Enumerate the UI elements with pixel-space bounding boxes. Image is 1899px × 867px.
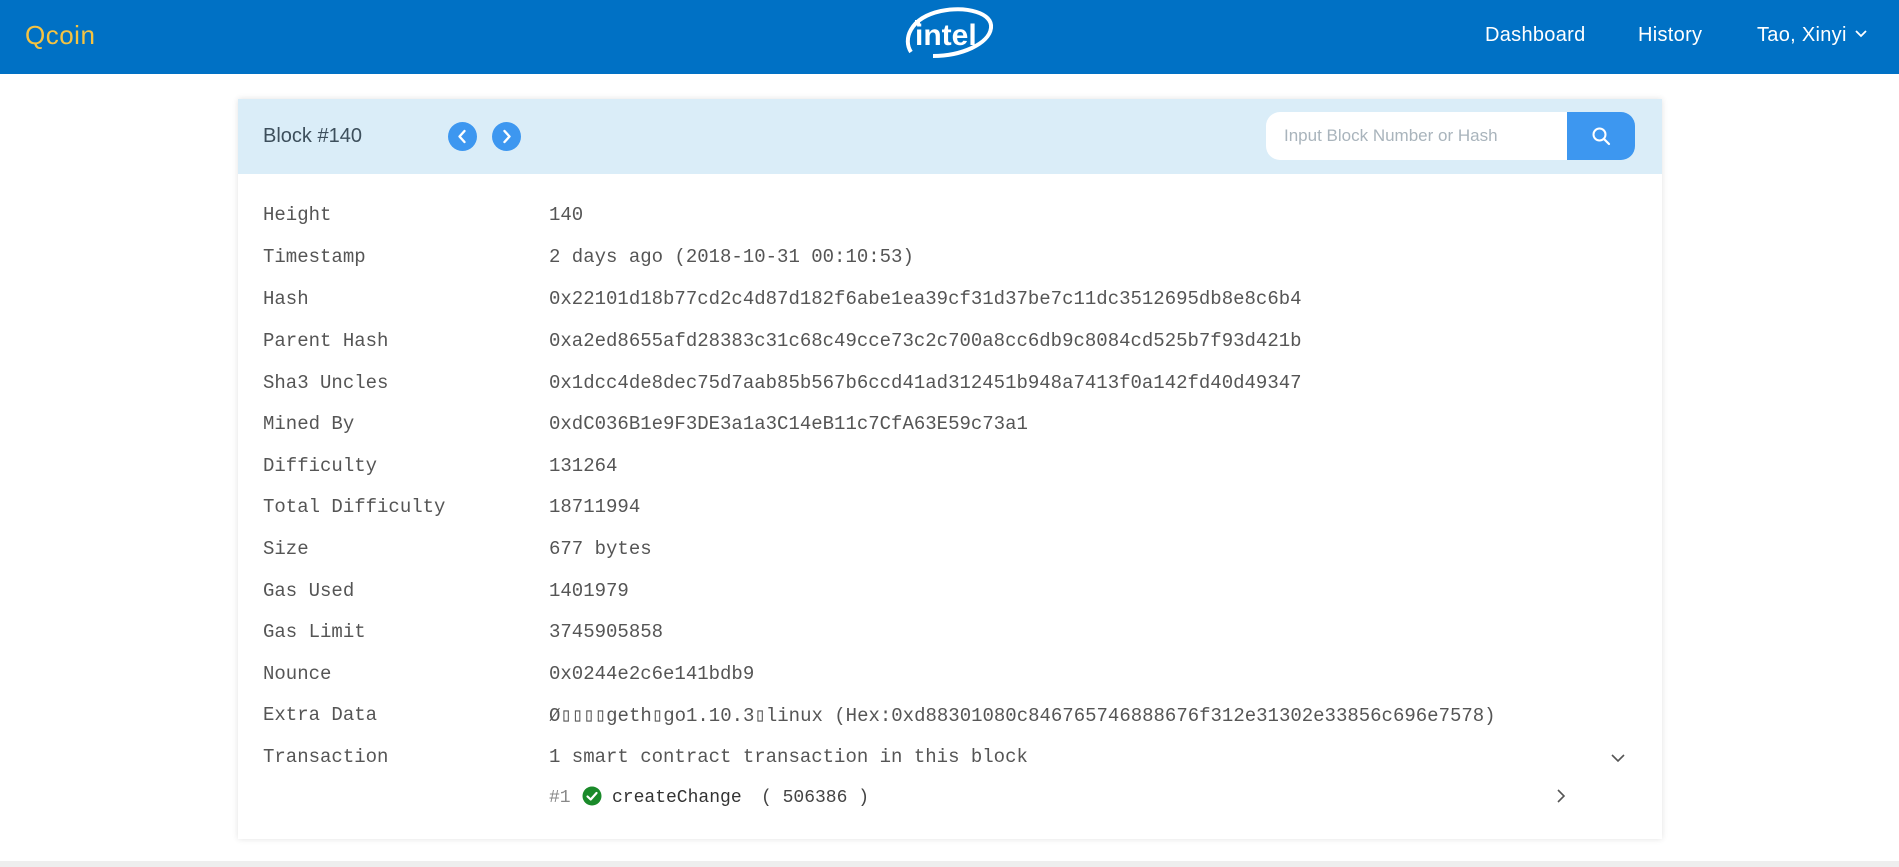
detail-value: 0x22101d18b77cd2c4d87d182f6abe1ea39cf31d… bbox=[549, 288, 1302, 310]
detail-label: Sha3 Uncles bbox=[263, 372, 389, 394]
block-card: Block #140 Height 140 Timestamp 2 days bbox=[238, 99, 1662, 839]
chevron-down-icon[interactable] bbox=[1853, 26, 1869, 42]
detail-label: Transaction bbox=[263, 746, 389, 768]
detail-row-extra-data: Extra Data Ø▯▯▯▯geth▯go1.10.3▯linux (Hex… bbox=[238, 694, 1662, 736]
intel-logo-icon[interactable]: intel bbox=[901, 4, 997, 68]
chevron-left-icon bbox=[458, 129, 466, 144]
detail-label: Gas Limit bbox=[263, 621, 366, 643]
detail-row-transaction: Transaction 1 smart contract transaction… bbox=[238, 736, 1662, 778]
user-menu[interactable]: Tao, Xinyi bbox=[1757, 24, 1847, 47]
detail-label: Timestamp bbox=[263, 246, 366, 268]
block-search-input[interactable] bbox=[1266, 112, 1568, 160]
detail-value: 0x1dcc4de8dec75d7aab85b567b6ccd41ad31245… bbox=[549, 372, 1302, 394]
detail-label: Mined By bbox=[263, 413, 355, 435]
block-title: Block #140 bbox=[263, 125, 362, 147]
previous-block-button[interactable] bbox=[448, 122, 477, 151]
detail-value: 2 days ago (2018-10-31 00:10:53) bbox=[549, 246, 914, 268]
transaction-item[interactable]: #1 createChange ( 506386 ) bbox=[549, 785, 1599, 813]
detail-row-parent-hash: Parent Hash 0xa2ed8655afd28383c31c68c49c… bbox=[238, 320, 1662, 362]
detail-label: Hash bbox=[263, 288, 309, 310]
transaction-index: #1 bbox=[549, 788, 571, 808]
detail-value: Ø▯▯▯▯geth▯go1.10.3▯linux (Hex:0xd8830108… bbox=[549, 705, 1496, 727]
transaction-method: createChange bbox=[612, 788, 742, 808]
page-footer-strip bbox=[0, 861, 1899, 867]
detail-row-gas-limit: Gas Limit 3745905858 bbox=[238, 611, 1662, 653]
chevron-right-icon bbox=[503, 129, 511, 144]
chevron-down-icon[interactable] bbox=[1608, 748, 1628, 768]
detail-label: Gas Used bbox=[263, 580, 355, 602]
detail-row-hash: Hash 0x22101d18b77cd2c4d87d182f6abe1ea39… bbox=[238, 278, 1662, 320]
detail-row-nounce: Nounce 0x0244e2c6e141bdb9 bbox=[238, 653, 1662, 695]
detail-value: 131264 bbox=[549, 455, 618, 477]
detail-value: 1401979 bbox=[549, 580, 629, 602]
chevron-right-icon[interactable] bbox=[1552, 787, 1570, 805]
detail-label: Difficulty bbox=[263, 455, 378, 477]
detail-row-total-difficulty: Total Difficulty 18711994 bbox=[238, 486, 1662, 528]
detail-row-difficulty: Difficulty 131264 bbox=[238, 445, 1662, 487]
detail-row-size: Size 677 bytes bbox=[238, 528, 1662, 570]
detail-value: 140 bbox=[549, 204, 584, 226]
top-navbar: Qcoin intel Dashboard History Tao, Xinyi bbox=[0, 0, 1899, 74]
detail-value: 0xa2ed8655afd28383c31c68c49cce73c2c700a8… bbox=[549, 330, 1302, 352]
search-button[interactable] bbox=[1567, 112, 1635, 160]
nav-history[interactable]: History bbox=[1638, 24, 1702, 47]
search-icon bbox=[1592, 127, 1611, 146]
detail-row-height: Height 140 bbox=[238, 194, 1662, 236]
detail-value: 0x0244e2c6e141bdb9 bbox=[549, 663, 755, 685]
svg-text:intel: intel bbox=[915, 19, 977, 52]
success-check-icon bbox=[582, 786, 602, 806]
detail-label: Height bbox=[263, 204, 332, 226]
transaction-args: ( 506386 ) bbox=[761, 788, 870, 808]
detail-value: 18711994 bbox=[549, 496, 641, 518]
detail-label: Extra Data bbox=[263, 704, 378, 726]
detail-row-timestamp: Timestamp 2 days ago (2018-10-31 00:10:5… bbox=[238, 236, 1662, 278]
detail-value: 3745905858 bbox=[549, 621, 664, 643]
block-card-header: Block #140 bbox=[238, 99, 1662, 174]
detail-row-sha3-uncles: Sha3 Uncles 0x1dcc4de8dec75d7aab85b567b6… bbox=[238, 362, 1662, 404]
detail-label: Size bbox=[263, 538, 309, 560]
detail-label: Parent Hash bbox=[263, 330, 389, 352]
next-block-button[interactable] bbox=[492, 122, 521, 151]
detail-value: 0xdC036B1e9F3DE3a1a3C14eB11c7CfA63E59c73… bbox=[549, 413, 1028, 435]
detail-label: Nounce bbox=[263, 663, 332, 685]
detail-row-gas-used: Gas Used 1401979 bbox=[238, 570, 1662, 612]
detail-label: Total Difficulty bbox=[263, 496, 446, 518]
brand-name[interactable]: Qcoin bbox=[25, 20, 95, 51]
detail-row-mined-by: Mined By 0xdC036B1e9F3DE3a1a3C14eB11c7Cf… bbox=[238, 403, 1662, 445]
detail-value: 677 bytes bbox=[549, 538, 652, 560]
nav-dashboard[interactable]: Dashboard bbox=[1485, 24, 1586, 47]
detail-value: 1 smart contract transaction in this blo… bbox=[549, 746, 1028, 768]
